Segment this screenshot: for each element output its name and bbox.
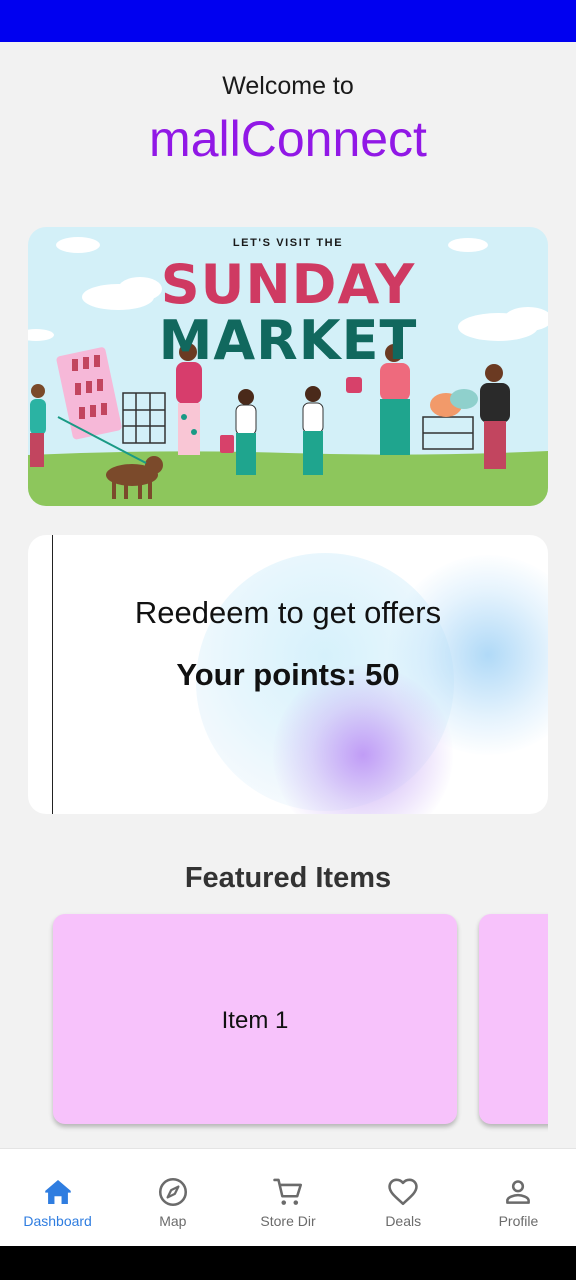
- featured-item-card[interactable]: Item 1: [53, 914, 457, 1124]
- nav-item-profile[interactable]: Profile: [461, 1149, 576, 1247]
- cart-icon: [273, 1178, 303, 1205]
- nav-item-map[interactable]: Map: [115, 1149, 230, 1247]
- system-navigation-bar: [0, 1246, 576, 1280]
- featured-item-card[interactable]: [479, 914, 548, 1124]
- nav-label: Store Dir: [260, 1213, 316, 1229]
- featured-item-label: Item 1: [221, 1007, 289, 1034]
- redeem-headline: Reedeem to get offers: [134, 595, 442, 630]
- app-title: mallConnect: [149, 111, 427, 167]
- heart-icon: [388, 1178, 418, 1206]
- banner-kicker: LET'S VISIT THE: [232, 237, 344, 249]
- nav-label: Dashboard: [23, 1213, 92, 1229]
- nav-item-dashboard[interactable]: Dashboard: [0, 1149, 115, 1247]
- bottom-navigation: Dashboard Map Store Dir Deals Profile: [0, 1148, 576, 1246]
- banner-title-line1: SUNDAY: [160, 253, 416, 316]
- home-icon: [44, 1179, 71, 1205]
- status-bar: [0, 0, 576, 42]
- nav-item-deals[interactable]: Deals: [346, 1149, 461, 1247]
- featured-section-title: Featured Items: [184, 862, 392, 894]
- featured-carousel[interactable]: Item 1: [28, 905, 548, 1137]
- rewards-card[interactable]: Reedeem to get offers Your points: 50: [28, 535, 548, 814]
- compass-icon: [158, 1177, 187, 1207]
- person-icon: [506, 1180, 531, 1204]
- promo-banner[interactable]: LET'S VISIT THE SUNDAY MARKET: [28, 227, 548, 506]
- points-balance: Your points: 50: [176, 657, 400, 692]
- welcome-text: Welcome to: [222, 72, 354, 100]
- nav-label: Profile: [498, 1213, 539, 1229]
- banner-title-line2: MARKET: [158, 309, 418, 372]
- nav-item-store-directory[interactable]: Store Dir: [230, 1149, 345, 1247]
- nav-label: Deals: [385, 1213, 422, 1229]
- nav-label: Map: [159, 1213, 187, 1229]
